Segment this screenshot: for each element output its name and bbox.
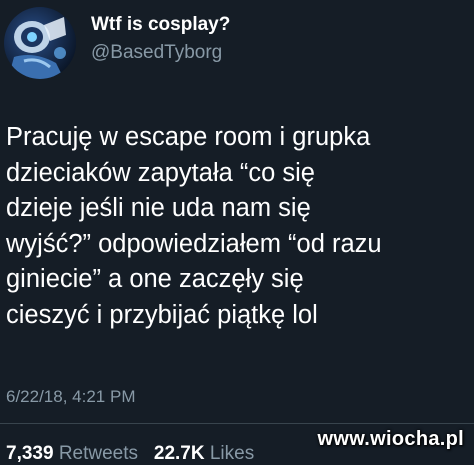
retweets-label: Retweets <box>58 443 139 464</box>
tweet-text-line: giniecie” a one zaczęły się <box>6 265 304 293</box>
tweet-timestamp[interactable]: 6/22/18, 4:21 PM <box>6 387 135 407</box>
tweet-text-line: cieszyć i przybijać piątkę lol <box>6 300 318 329</box>
likes-count: 22.7K <box>153 443 205 464</box>
author-display-name[interactable]: Wtf is cosplay? <box>91 14 230 36</box>
likes-label: Likes <box>209 443 255 464</box>
retweets-count: 7,339 <box>6 443 54 464</box>
tweet-text: Pracuję w escape room i grupka dzieciakó… <box>6 120 468 333</box>
divider <box>0 423 474 424</box>
profile-avatar[interactable] <box>4 7 76 79</box>
author-handle[interactable]: @BasedTyborg <box>91 42 222 64</box>
retweets-stat[interactable]: 7,339 Retweets <box>6 443 138 464</box>
site-watermark: www.wiocha.pl <box>317 428 464 450</box>
tweet-text-line: dzieciaków zapytała “co się <box>6 158 315 187</box>
likes-stat[interactable]: 22.7K Likes <box>154 443 254 464</box>
tweet-text-line: wyjść?” odpowiedziałem “od razu <box>6 229 382 258</box>
tweet-card: Wtf is cosplay? @BasedTyborg Pracuję w e… <box>0 0 474 464</box>
tweet-text-line: Pracuję w escape room i grupka <box>6 123 371 151</box>
robot-avatar-icon <box>4 7 76 79</box>
tweet-text-line: dzieje jeśli nie uda nam się <box>6 194 311 222</box>
engagement-stats: 7,339 Retweets 22.7K Likes <box>6 443 254 465</box>
